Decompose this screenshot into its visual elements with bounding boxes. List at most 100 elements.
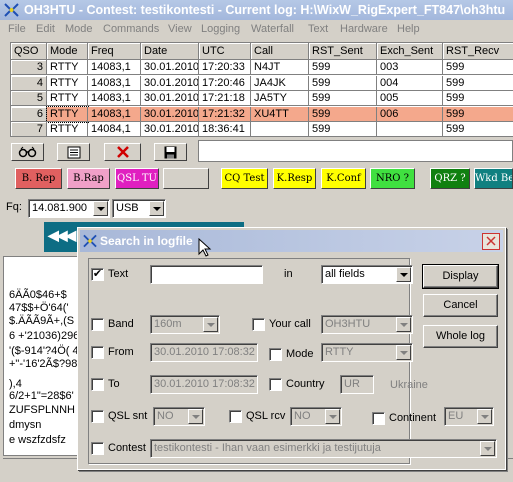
mode-filter-select[interactable]: RTTY: [321, 343, 413, 362]
to-date-field[interactable]: 30.01.2010 17:08:32: [150, 375, 258, 394]
table-cell[interactable]: 30.01.2010: [141, 91, 199, 106]
text-checkbox[interactable]: ✔: [91, 268, 104, 281]
row-number[interactable]: 3: [11, 60, 47, 75]
log-entry-field[interactable]: [198, 140, 513, 162]
qslrcv-checkbox[interactable]: [229, 410, 242, 423]
table-cell[interactable]: 006: [377, 106, 443, 122]
column-header[interactable]: RST_Sent: [309, 43, 377, 60]
column-header[interactable]: UTC: [199, 43, 251, 60]
menu-help[interactable]: Help: [397, 23, 420, 35]
table-cell[interactable]: 599: [443, 60, 513, 75]
row-number[interactable]: 4: [11, 75, 47, 91]
close-button[interactable]: [482, 233, 500, 250]
macro-button[interactable]: K.Conf: [321, 168, 366, 189]
mode-checkbox[interactable]: [269, 348, 282, 361]
column-header[interactable]: Mode: [47, 43, 88, 60]
menu-file[interactable]: File: [8, 23, 26, 35]
table-cell[interactable]: JA5TY: [251, 91, 309, 106]
search-log-button[interactable]: [11, 143, 44, 161]
table-cell[interactable]: 599: [443, 122, 513, 137]
chevron-down-icon[interactable]: [325, 409, 340, 424]
column-header[interactable]: RST_Recv: [443, 43, 513, 60]
qslsnt-checkbox[interactable]: [91, 410, 104, 423]
band-select[interactable]: 160m: [150, 315, 220, 334]
table-cell[interactable]: 599: [309, 106, 377, 122]
table-cell[interactable]: 17:20:33: [199, 60, 251, 75]
contest-checkbox[interactable]: [91, 442, 104, 455]
chevron-down-icon[interactable]: [480, 441, 495, 456]
frequency-select[interactable]: 14.081.900: [28, 199, 110, 218]
table-cell[interactable]: 599: [443, 76, 513, 91]
table-cell[interactable]: 14083,1: [88, 60, 141, 75]
text-input[interactable]: [150, 265, 263, 284]
table-cell[interactable]: 30.01.2010: [141, 75, 199, 91]
macro-button[interactable]: CQ Test: [221, 168, 268, 189]
table-cell[interactable]: RTTY: [46, 105, 89, 123]
table-cell[interactable]: 005: [377, 91, 443, 106]
table-cell[interactable]: RTTY: [47, 60, 88, 75]
save-log-button[interactable]: [154, 143, 187, 161]
table-cell[interactable]: 17:21:32: [199, 106, 251, 122]
table-cell[interactable]: 599: [309, 75, 377, 91]
table-cell[interactable]: JA4JK: [251, 75, 309, 91]
table-cell[interactable]: 599: [309, 122, 377, 137]
macro-button[interactable]: NRO ?: [370, 168, 415, 189]
mode-select[interactable]: USB: [112, 199, 166, 218]
macro-button[interactable]: Wkd Be: [474, 168, 513, 189]
continent-select[interactable]: EU: [444, 407, 494, 426]
table-cell[interactable]: 17:20:46: [199, 75, 251, 91]
menu-logging[interactable]: Logging: [201, 23, 240, 35]
macro-button[interactable]: K.Resp: [273, 168, 316, 189]
row-number[interactable]: 7: [11, 122, 47, 137]
table-cell[interactable]: [377, 122, 443, 137]
table-cell[interactable]: RTTY: [47, 91, 88, 106]
row-number[interactable]: 5: [11, 91, 47, 106]
chevron-down-icon[interactable]: [396, 267, 411, 282]
macro-button[interactable]: [163, 168, 209, 189]
from-date-field[interactable]: 30.01.2010 17:08:32: [150, 343, 258, 362]
column-header[interactable]: Exch_Sent: [377, 43, 443, 60]
receive-text-pane[interactable]: 6ÄÃ0$46+$ 47$$+Ö'64(' $.ÄÃÃ9Ã+,(S 6 +'21036…: [3, 256, 83, 456]
band-checkbox[interactable]: [91, 318, 104, 331]
table-cell[interactable]: XU4TT: [251, 106, 309, 122]
table-cell[interactable]: 599: [443, 106, 513, 122]
yourcall-checkbox[interactable]: [252, 318, 265, 331]
country-field[interactable]: UR: [340, 375, 374, 394]
menu-view[interactable]: View: [168, 23, 192, 35]
table-cell[interactable]: [251, 122, 309, 137]
column-header[interactable]: Freq: [88, 43, 141, 60]
column-header[interactable]: Call: [251, 43, 309, 60]
delete-qso-button[interactable]: [104, 143, 141, 161]
menu-commands[interactable]: Commands: [103, 23, 159, 35]
menu-mode[interactable]: Mode: [65, 23, 93, 35]
rewind-icon[interactable]: ◀◀◀: [48, 227, 76, 244]
country-checkbox[interactable]: [269, 378, 282, 391]
macro-button[interactable]: QRZ ?: [430, 168, 470, 189]
table-cell[interactable]: 004: [377, 75, 443, 91]
whole-log-button[interactable]: Whole log: [423, 325, 498, 348]
chevron-down-icon[interactable]: [188, 409, 203, 424]
table-cell[interactable]: 14083,1: [88, 75, 141, 91]
qso-log-grid[interactable]: QSO Mode Freq Date UTC Call RST_Sent Exch_Sent R…: [10, 42, 513, 137]
menu-hardware[interactable]: Hardware: [340, 23, 388, 35]
dialog-title-bar[interactable]: Search in logfile: [80, 230, 503, 257]
table-cell[interactable]: 17:21:18: [199, 91, 251, 106]
table-cell[interactable]: 599: [309, 60, 377, 75]
table-cell[interactable]: 18:36:41: [199, 122, 251, 137]
search-field-select[interactable]: all fields: [321, 265, 413, 284]
table-cell[interactable]: 599: [443, 91, 513, 106]
chevron-down-icon[interactable]: [149, 201, 164, 216]
chevron-down-icon[interactable]: [396, 317, 411, 332]
table-cell[interactable]: 003: [377, 60, 443, 75]
chevron-down-icon[interactable]: [93, 201, 108, 216]
table-cell[interactable]: 30.01.2010: [141, 106, 199, 122]
table-cell[interactable]: RTTY: [47, 75, 88, 91]
to-checkbox[interactable]: [91, 378, 104, 391]
table-cell[interactable]: RTTY: [47, 122, 88, 137]
macro-button[interactable]: QSL TU: [115, 168, 159, 189]
table-cell[interactable]: 599: [309, 91, 377, 106]
table-cell[interactable]: N4JT: [251, 60, 309, 75]
chevron-down-icon[interactable]: [477, 409, 492, 424]
contest-select[interactable]: testikontesti - Ihan vaan esimerkki ja t…: [150, 439, 497, 458]
from-checkbox[interactable]: [91, 346, 104, 359]
